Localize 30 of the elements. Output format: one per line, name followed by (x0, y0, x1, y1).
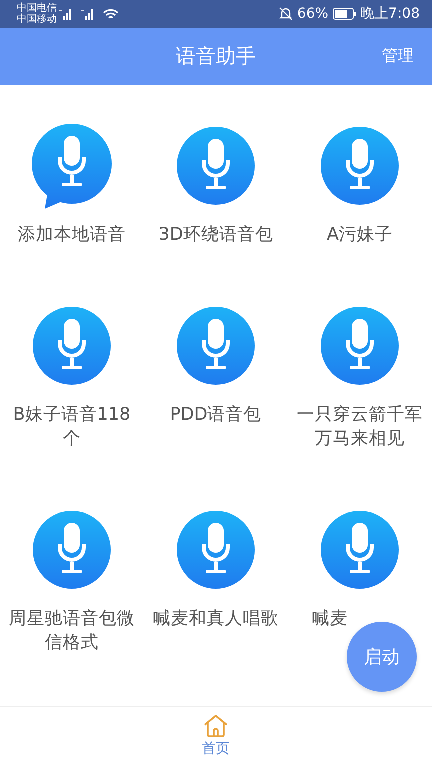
wifi-icon (103, 8, 119, 20)
microphone-icon (32, 510, 112, 590)
signal-icon (59, 8, 73, 20)
speech-bubble-microphone-icon (29, 122, 115, 210)
voice-pack-label[interactable]: A污妹子 (327, 223, 393, 247)
microphone-icon (176, 306, 256, 386)
voice-pack-label[interactable]: 3D环绕语音包 (158, 223, 274, 247)
carrier-name: 中国电信 (17, 3, 57, 14)
microphone-icon (32, 306, 112, 386)
bell-off-icon (279, 7, 294, 21)
voice-pack-label[interactable]: 添加本地语音 (18, 223, 126, 247)
voice-pack-label[interactable]: 一只穿云箭千军万马来相见 (294, 403, 426, 451)
voice-pack-label[interactable]: 喊麦 (312, 607, 348, 631)
voice-pack-label[interactable]: B妹子语音118个 (6, 403, 138, 451)
carrier-name: 中国移动 (17, 14, 57, 25)
battery-icon (332, 8, 357, 20)
microphone-icon (176, 510, 256, 590)
signal-icon (81, 8, 95, 20)
microphone-icon (320, 126, 400, 206)
voice-pack-label[interactable]: 喊麦和真人唱歌 (153, 607, 279, 631)
page-title: 语音助手 (176, 43, 256, 70)
microphone-icon (176, 126, 256, 206)
microphone-icon (320, 306, 400, 386)
voice-pack-label[interactable]: 周星驰语音包微信格式 (6, 607, 138, 655)
clock: 晚上7:08 (360, 5, 420, 23)
home-icon (203, 714, 229, 738)
battery-percent: 66% (297, 6, 329, 22)
home-tab[interactable]: 首页 (196, 707, 236, 767)
voice-pack-label[interactable]: PDD语音包 (170, 403, 262, 427)
microphone-icon (320, 510, 400, 590)
